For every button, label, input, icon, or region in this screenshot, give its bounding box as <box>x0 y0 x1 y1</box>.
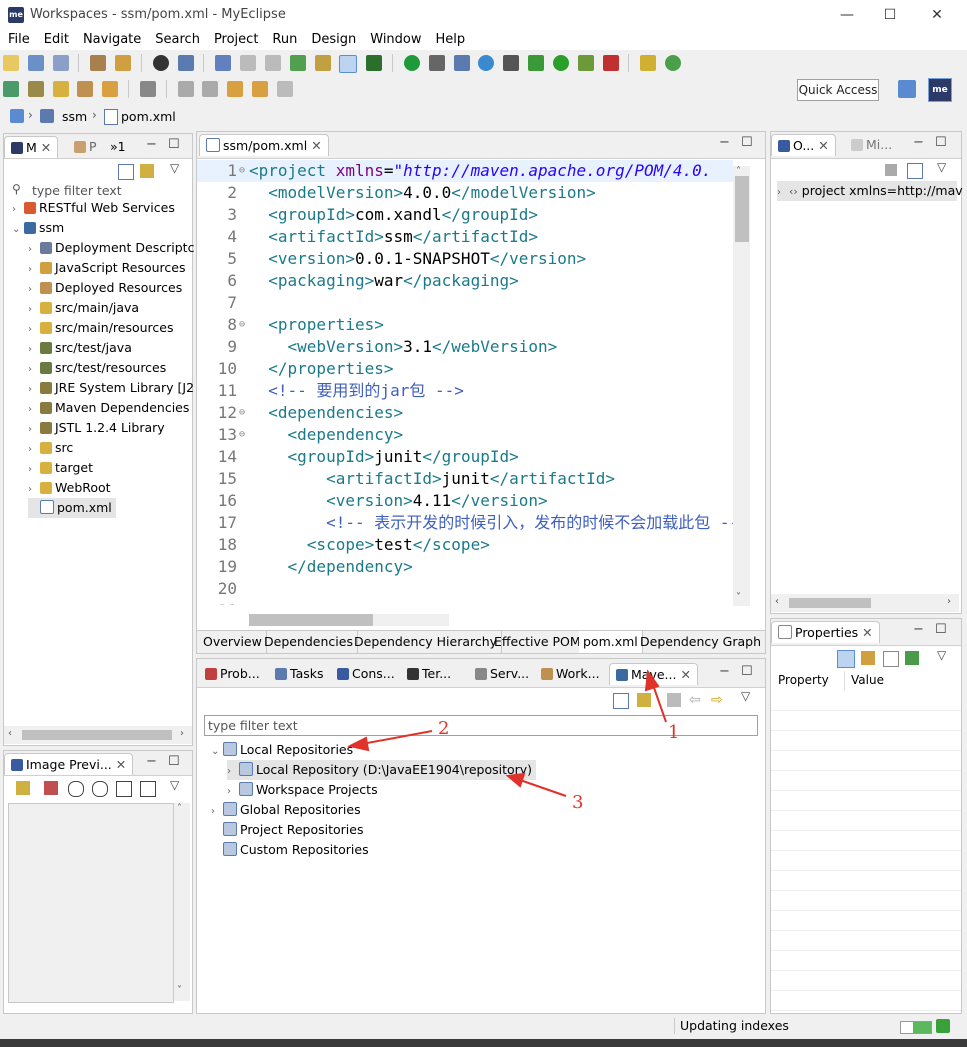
status-text: Updating indexes <box>680 1018 789 1033</box>
status-bar: Updating indexes <box>0 1014 967 1039</box>
annotation-label-2: 2 <box>438 718 450 739</box>
taskbar-strip <box>0 1039 967 1047</box>
annotation-arrow-2 <box>361 730 433 745</box>
annotation-arrow-3 <box>519 779 567 797</box>
annotation-arrowhead-2 <box>347 736 370 752</box>
annotation-overlay <box>347 669 667 797</box>
annotation-arrowhead-3 <box>505 772 526 788</box>
annotation-label-1: 1 <box>668 722 680 743</box>
progress-view-icon[interactable] <box>936 1019 950 1033</box>
progress-bar[interactable] <box>900 1021 932 1034</box>
annotation-label-3: 3 <box>572 792 584 813</box>
annotation-arrowhead-1 <box>644 669 660 692</box>
